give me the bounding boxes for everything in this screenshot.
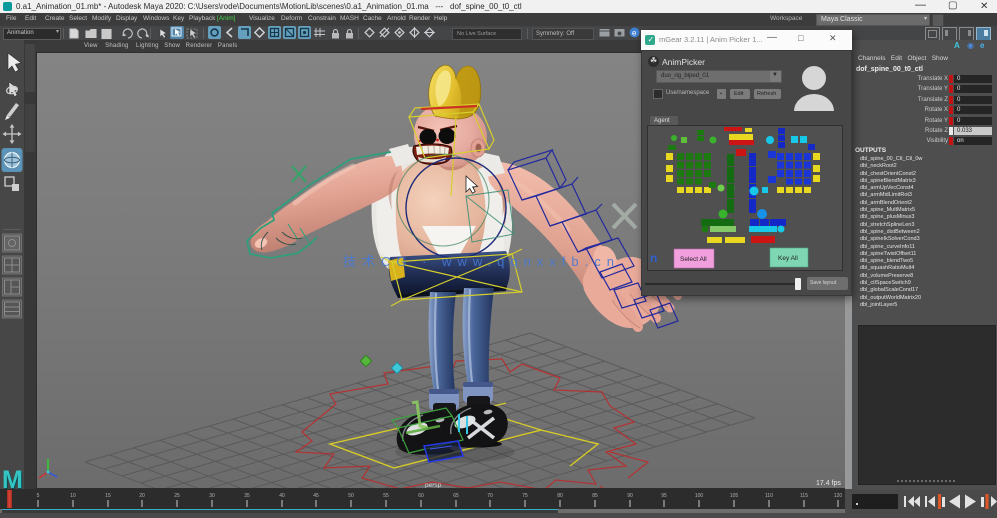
- svg-text:95: 95: [661, 493, 667, 499]
- svg-text:10: 10: [70, 493, 76, 499]
- svg-text:Select All: Select All: [680, 256, 707, 263]
- svg-text:100: 100: [695, 493, 704, 499]
- svg-text:110: 110: [765, 493, 773, 499]
- svg-text:20: 20: [139, 493, 145, 499]
- svg-text:105: 105: [730, 493, 739, 499]
- svg-text:30: 30: [209, 493, 215, 499]
- svg-text:e: e: [632, 29, 637, 38]
- svg-text:Key All: Key All: [778, 255, 798, 262]
- svg-text:80: 80: [557, 493, 563, 499]
- svg-text:45: 45: [313, 493, 319, 499]
- svg-text:90: 90: [627, 493, 633, 499]
- svg-text:60: 60: [418, 493, 424, 499]
- svg-text:35: 35: [244, 493, 250, 499]
- svg-text:25: 25: [174, 493, 180, 499]
- svg-text:65: 65: [453, 493, 459, 499]
- svg-text:70: 70: [487, 493, 493, 499]
- svg-text:50: 50: [348, 493, 354, 499]
- svg-text:115: 115: [800, 493, 808, 499]
- svg-text:15: 15: [105, 493, 111, 499]
- svg-text:55: 55: [383, 493, 389, 499]
- svg-text:17.4 fps: 17.4 fps: [816, 480, 841, 487]
- svg-text:R: R: [470, 185, 475, 192]
- svg-text:persp: persp: [425, 482, 442, 489]
- svg-text:n: n: [650, 251, 657, 265]
- svg-text:75: 75: [522, 493, 528, 499]
- svg-text:技术CG · www.qqnxxfb.cn: 技术CG · www.qqnxxfb.cn: [343, 254, 620, 269]
- svg-text:5: 5: [37, 493, 40, 499]
- svg-text:85: 85: [592, 493, 598, 499]
- svg-text:40: 40: [279, 493, 285, 499]
- svg-text:120: 120: [834, 493, 843, 499]
